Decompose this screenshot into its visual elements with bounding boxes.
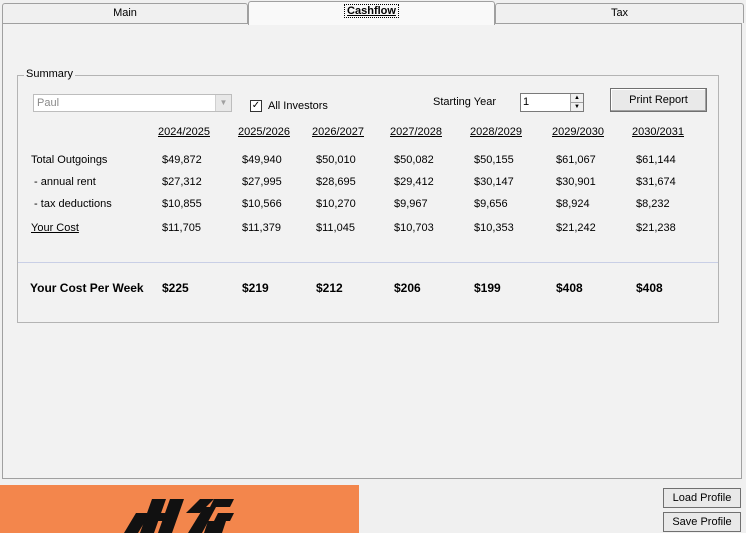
- divider: [18, 262, 718, 263]
- table-cell: $10,270: [316, 198, 356, 210]
- spin-down-icon[interactable]: ▼: [571, 103, 583, 111]
- tab-tax-label: Tax: [610, 7, 629, 19]
- all-investors-checkbox[interactable]: ✓: [250, 100, 262, 112]
- table-cell: $27,995: [242, 176, 282, 188]
- cashflow-panel: Summary Paul ▼ ✓ All Investors Starting …: [2, 23, 742, 479]
- weekly-cost-value: $199: [474, 281, 501, 295]
- year-header: 2030/2031: [632, 126, 684, 138]
- tab-main[interactable]: Main: [2, 3, 248, 23]
- table-cell: $21,242: [556, 222, 596, 234]
- summary-groupbox: Summary Paul ▼ ✓ All Investors Starting …: [17, 68, 719, 323]
- company-logo: [0, 485, 359, 533]
- table-cell: $50,010: [316, 154, 356, 166]
- table-cell: $8,232: [636, 198, 670, 210]
- save-profile-button[interactable]: Save Profile: [663, 512, 741, 532]
- table-cell: $11,705: [162, 222, 201, 234]
- table-cell: $50,082: [394, 154, 434, 166]
- table-cell: $28,695: [316, 176, 356, 188]
- weekly-cost-label: Your Cost Per Week: [30, 281, 144, 295]
- tab-tax[interactable]: Tax: [495, 3, 744, 23]
- investor-select-value: Paul: [37, 97, 60, 109]
- tab-cashflow-label: Cashflow: [344, 4, 399, 18]
- spin-up-icon[interactable]: ▲: [571, 94, 583, 103]
- print-report-button[interactable]: Print Report: [610, 88, 707, 112]
- year-header: 2026/2027: [312, 126, 364, 138]
- table-cell: $8,924: [556, 198, 590, 210]
- table-cell: $10,855: [162, 198, 202, 210]
- year-header: 2028/2029: [470, 126, 522, 138]
- table-cell: $11,379: [242, 222, 281, 234]
- year-header: 2029/2030: [552, 126, 604, 138]
- table-cell: $27,312: [162, 176, 202, 188]
- year-header: 2025/2026: [238, 126, 290, 138]
- row-label-total-outgoings: Total Outgoings: [31, 154, 108, 166]
- tab-main-label: Main: [113, 7, 137, 19]
- weekly-cost-value: $219: [242, 281, 269, 295]
- row-label-annual-rent: - annual rent: [31, 176, 96, 188]
- table-cell: $9,656: [474, 198, 508, 210]
- row-label-tax-deductions: - tax deductions: [31, 198, 112, 210]
- table-cell: $10,703: [394, 222, 434, 234]
- starting-year-stepper[interactable]: 1 ▲ ▼: [520, 93, 584, 112]
- spin-buttons: ▲ ▼: [570, 94, 583, 111]
- table-cell: $10,566: [242, 198, 282, 210]
- tab-cashflow[interactable]: Cashflow: [248, 1, 495, 25]
- table-cell: $30,901: [556, 176, 596, 188]
- logo-mark-icon: [124, 499, 234, 533]
- table-cell: $61,067: [556, 154, 596, 166]
- table-cell: $30,147: [474, 176, 514, 188]
- year-header: 2027/2028: [390, 126, 442, 138]
- investor-select[interactable]: Paul ▼: [33, 94, 232, 112]
- table-cell: $21,238: [636, 222, 676, 234]
- table-cell: $29,412: [394, 176, 434, 188]
- starting-year-value: 1: [523, 96, 530, 108]
- weekly-cost-value: $408: [556, 281, 583, 295]
- all-investors-label: All Investors: [268, 100, 328, 112]
- table-cell: $10,353: [474, 222, 514, 234]
- summary-title: Summary: [24, 68, 76, 80]
- table-cell: $61,144: [636, 154, 676, 166]
- weekly-cost-value: $408: [636, 281, 663, 295]
- table-cell: $11,045: [316, 222, 355, 234]
- table-cell: $9,967: [394, 198, 428, 210]
- weekly-cost-value: $212: [316, 281, 343, 295]
- your-cost-link[interactable]: Your Cost: [31, 222, 79, 234]
- weekly-cost-value: $225: [162, 281, 189, 295]
- weekly-cost-value: $206: [394, 281, 421, 295]
- load-profile-button[interactable]: Load Profile: [663, 488, 741, 508]
- chevron-down-icon[interactable]: ▼: [215, 95, 231, 111]
- table-cell: $49,940: [242, 154, 282, 166]
- starting-year-label: Starting Year: [433, 96, 496, 108]
- table-cell: $31,674: [636, 176, 676, 188]
- table-cell: $50,155: [474, 154, 514, 166]
- year-header: 2024/2025: [158, 126, 210, 138]
- table-cell: $49,872: [162, 154, 202, 166]
